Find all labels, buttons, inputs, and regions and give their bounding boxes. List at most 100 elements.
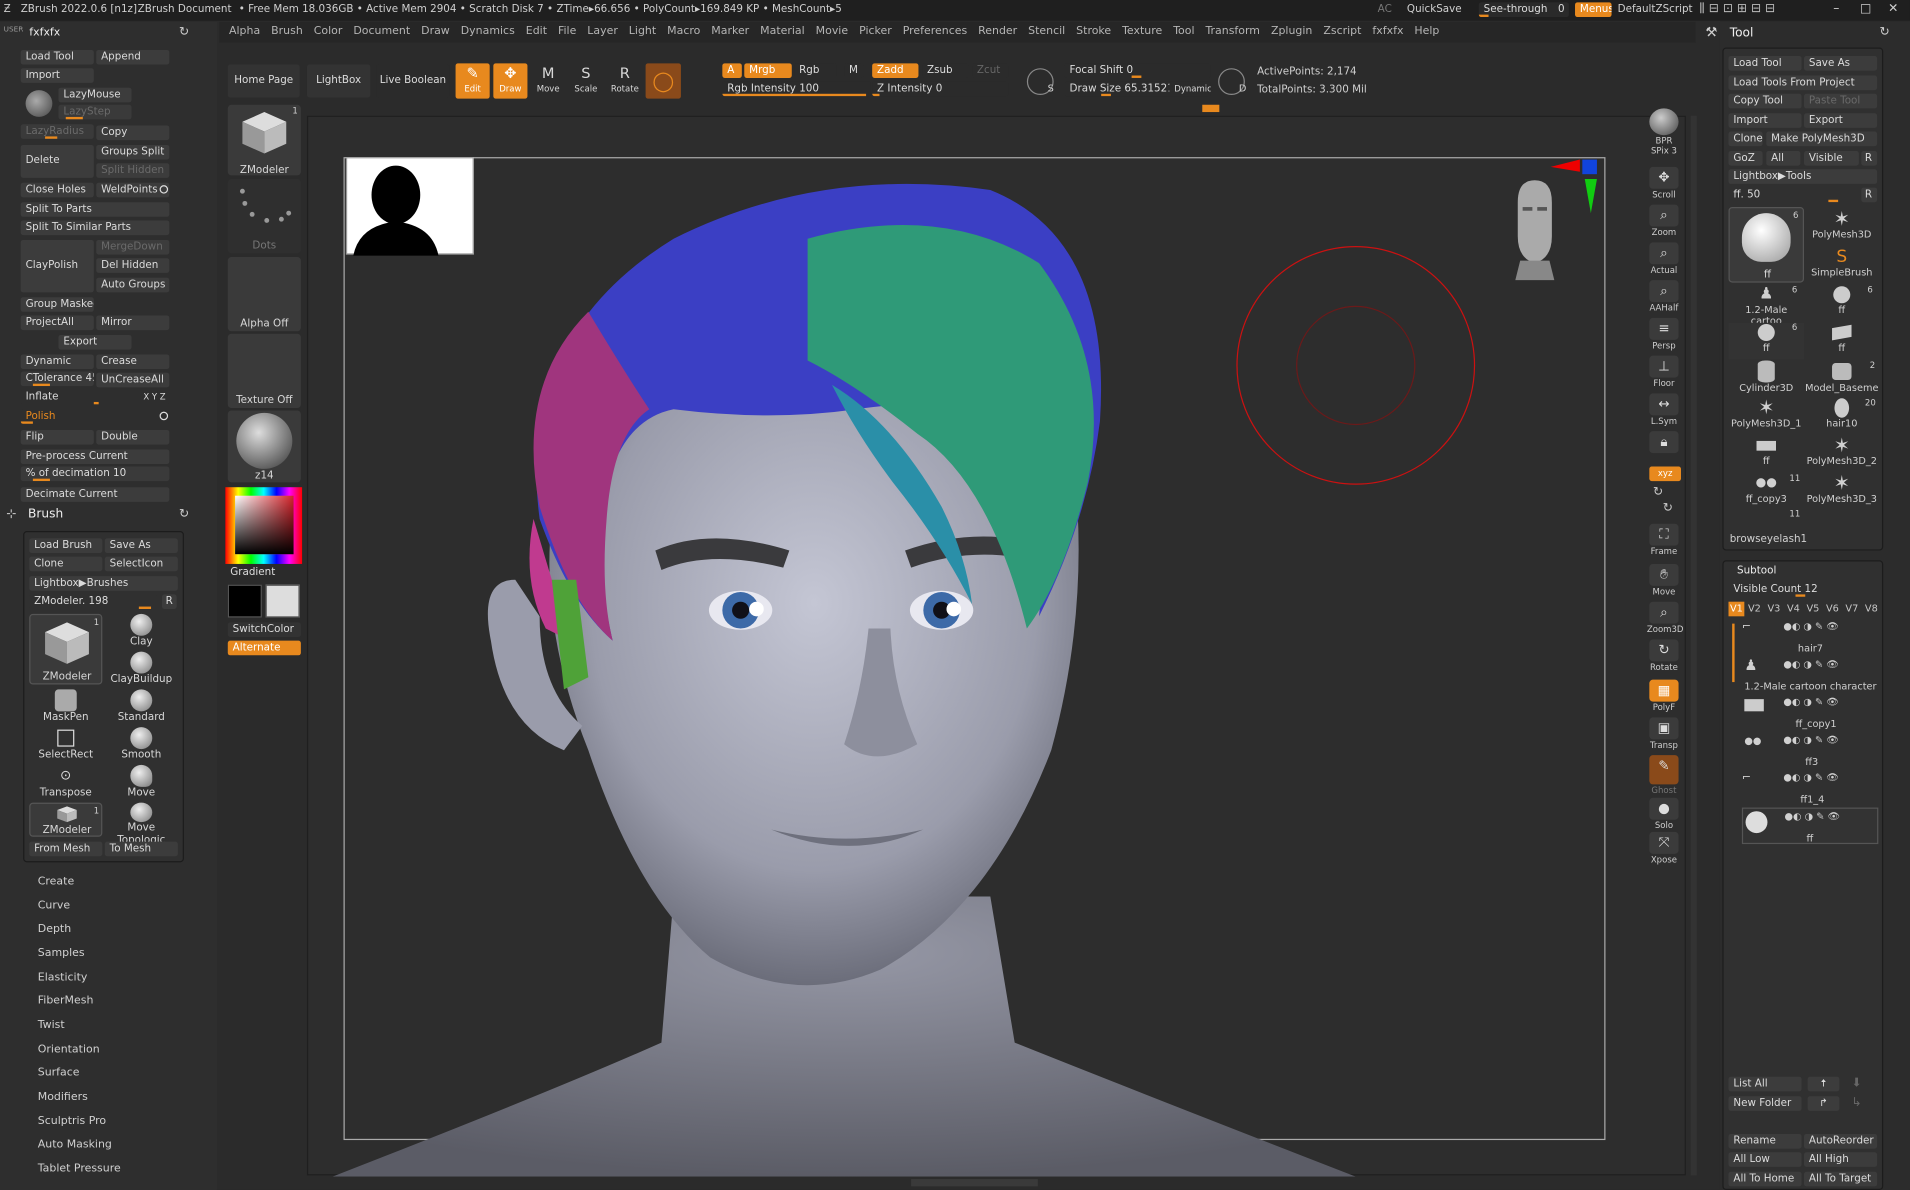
zadd-button[interactable]: Zadd <box>872 63 919 78</box>
actual-button[interactable]: ⌕ Actual <box>1647 242 1681 275</box>
mirror-button[interactable]: Mirror <box>96 315 170 331</box>
menu-dynamics[interactable]: Dynamics <box>461 22 515 43</box>
folder-arrow-down-icon[interactable]: ↳ <box>1852 1096 1862 1109</box>
copy-button[interactable]: Copy <box>96 125 170 141</box>
version-tab-v3[interactable]: V3 <box>1767 602 1780 617</box>
viewport[interactable] <box>306 115 1686 1177</box>
zmodeler-brush-tile[interactable]: ZModeler 1 <box>29 613 103 685</box>
goz-button[interactable]: GoZ <box>1728 151 1763 166</box>
menu-layer[interactable]: Layer <box>587 22 618 43</box>
subtool-toggles-icon[interactable]: ●◐ ◑ ✎ 👁︎ <box>1785 811 1840 822</box>
load-tool-button[interactable]: Load Tool <box>20 49 94 65</box>
menu-movie[interactable]: Movie <box>816 22 848 43</box>
lazymouse-icon[interactable] <box>25 90 53 117</box>
subtool-toggles-icon[interactable]: ●◐ ◑ ✎ 👁︎ <box>1783 659 1838 670</box>
subtool-toggles-icon[interactable]: ●◐ ◑ ✎ 👁︎ <box>1783 621 1838 632</box>
lightbox-button[interactable]: LightBox <box>306 64 371 98</box>
lsym-button[interactable]: ↔ L.Sym <box>1647 393 1681 426</box>
lightbox-tools-button[interactable]: Lightbox▶Tools <box>1728 169 1878 184</box>
edit-button[interactable]: ✎ Edit <box>455 63 490 99</box>
menu-preferences[interactable]: Preferences <box>903 22 967 43</box>
tool-item-polymesh3d-2[interactable]: ✶ PolyMesh3D_2 <box>1804 435 1880 473</box>
lock-button[interactable]: 🔒︎ <box>1647 431 1681 454</box>
autoreorder-button[interactable]: AutoReorder <box>1804 1133 1878 1149</box>
paste-tool-button[interactable]: Paste Tool <box>1804 93 1878 109</box>
rename-button[interactable]: Rename <box>1728 1133 1802 1149</box>
auto-groups-button[interactable]: Auto Groups <box>96 277 170 293</box>
symmetry-brush-icon[interactable]: ◯ <box>645 63 681 99</box>
submenu-auto-masking[interactable]: Auto Masking <box>38 1139 112 1151</box>
home-page-button[interactable]: Home Page <box>227 64 300 98</box>
tool-refresh-icon[interactable]: ↻ <box>1880 26 1890 39</box>
mrgb-button[interactable]: Mrgb <box>744 63 792 78</box>
brush-move[interactable]: Move <box>105 764 178 799</box>
mergedown-button[interactable]: MergeDown <box>96 239 170 255</box>
submenu-create[interactable]: Create <box>38 876 74 888</box>
tool-import-button[interactable]: Import <box>1728 113 1802 128</box>
menus-button[interactable]: Menus <box>1575 2 1612 18</box>
menu-transform[interactable]: Transform <box>1205 22 1260 43</box>
delete-button[interactable]: Delete <box>20 144 94 178</box>
subtool-row[interactable]: ♟ ●◐ ◑ ✎ 👁︎ 1.2-Male cartoon character <box>1742 657 1878 694</box>
menu-document[interactable]: Document <box>353 22 410 43</box>
submenu-twist[interactable]: Twist <box>38 1019 65 1031</box>
submenu-fibermesh[interactable]: FiberMesh <box>38 995 94 1007</box>
version-tab-v7[interactable]: V7 <box>1845 602 1858 617</box>
frame-button[interactable]: ⛶ Frame <box>1647 523 1681 557</box>
polyf-button[interactable]: ▦ PolyF <box>1647 679 1681 713</box>
ghost-button[interactable]: ✎ Ghost <box>1647 755 1681 795</box>
live-boolean-button[interactable]: Live Boolean <box>376 64 450 98</box>
persp-button[interactable]: ≡ Persp <box>1647 317 1681 351</box>
visible-count-slider[interactable]: Visible Count 12 <box>1728 582 1878 597</box>
rotate-button[interactable]: R Rotate <box>607 63 644 98</box>
tool-r-button[interactable]: R <box>1861 187 1878 203</box>
version-tab-v6[interactable]: V6 <box>1826 602 1839 617</box>
tool-item-simplebrush[interactable]: S SimpleBrush <box>1804 247 1880 284</box>
subtool-row-active[interactable]: ●◐ ◑ ✎ 👁︎ ff <box>1741 807 1879 845</box>
tool-item-ff-4[interactable]: ff <box>1804 323 1880 360</box>
load-tools-from-project-button[interactable]: Load Tools From Project <box>1728 75 1878 91</box>
close-holes-button[interactable]: Close Holes <box>20 182 94 198</box>
split-hidden-button[interactable]: Split Hidden <box>96 163 170 178</box>
menu-fxfxfx[interactable]: fxfxfx <box>1372 22 1403 43</box>
polish-toggle[interactable] <box>159 411 169 421</box>
lazyradius-slider[interactable]: LazyRadius <box>20 124 94 139</box>
submenu-surface[interactable]: Surface <box>38 1067 80 1079</box>
menu-macro[interactable]: Macro <box>667 22 700 43</box>
move-button[interactable]: M Move <box>531 63 565 98</box>
tool-item-polymesh3d-1[interactable]: ✶ PolyMesh3D_1 <box>1728 398 1804 435</box>
menu-light[interactable]: Light <box>629 22 656 43</box>
primary-color-swatch[interactable] <box>227 584 262 618</box>
dynamic-size-button[interactable]: Dynamic <box>1169 81 1211 97</box>
groups-split-button[interactable]: Groups Split <box>96 144 170 160</box>
brush-r-button[interactable]: R <box>162 594 177 610</box>
browse-eyelash-label[interactable]: browseyelash1 <box>1730 533 1807 545</box>
xpose-button[interactable]: ⤧ Xpose <box>1647 831 1681 865</box>
menu-picker[interactable]: Picker <box>859 22 892 43</box>
double-button[interactable]: Double <box>96 429 170 445</box>
menu-alpha[interactable]: Alpha <box>229 22 260 43</box>
rotate-view-button[interactable]: ↻ Rotate <box>1647 639 1681 672</box>
solo-button[interactable]: ● Solo <box>1647 797 1681 831</box>
menu-zplugin[interactable]: Zplugin <box>1271 22 1312 43</box>
goz-all-button[interactable]: All <box>1766 151 1801 166</box>
rotation-y-icon[interactable]: ↻ <box>1653 486 1663 499</box>
transp-button[interactable]: ▣ Transp <box>1647 717 1681 750</box>
floor-button[interactable]: ⊥ Floor <box>1647 355 1681 389</box>
alpha-tile[interactable]: Alpha Off <box>227 257 301 332</box>
decimation-slider[interactable]: % of decimation 10 <box>20 466 170 482</box>
subtool-row[interactable]: ⌐ ●◐ ◑ ✎ 👁︎ ff1_4 <box>1742 770 1878 807</box>
flip-button[interactable]: Flip <box>20 429 94 445</box>
aahalf-button[interactable]: ⌕ AAHalf <box>1647 280 1681 313</box>
right-tray-divider[interactable] <box>1690 115 1697 1176</box>
tool-item-ff-active[interactable]: ff 6 <box>1728 207 1805 283</box>
tool-save-as-button[interactable]: Save As <box>1804 56 1878 71</box>
menu-stroke[interactable]: Stroke <box>1076 22 1111 43</box>
version-tab-v8[interactable]: V8 <box>1865 602 1878 617</box>
tool-item-cylinder3d[interactable]: Cylinder3D <box>1728 360 1804 398</box>
subtool-row[interactable]: ●● ●◐ ◑ ✎ 👁︎ ff3 <box>1742 732 1878 769</box>
tool-item-polymesh3d[interactable]: ✶ PolyMesh3D <box>1804 209 1880 246</box>
submenu-curve[interactable]: Curve <box>38 900 70 912</box>
brush-save-as-button[interactable]: Save As <box>104 538 178 553</box>
zcut-button[interactable]: Zcut <box>972 63 1009 78</box>
